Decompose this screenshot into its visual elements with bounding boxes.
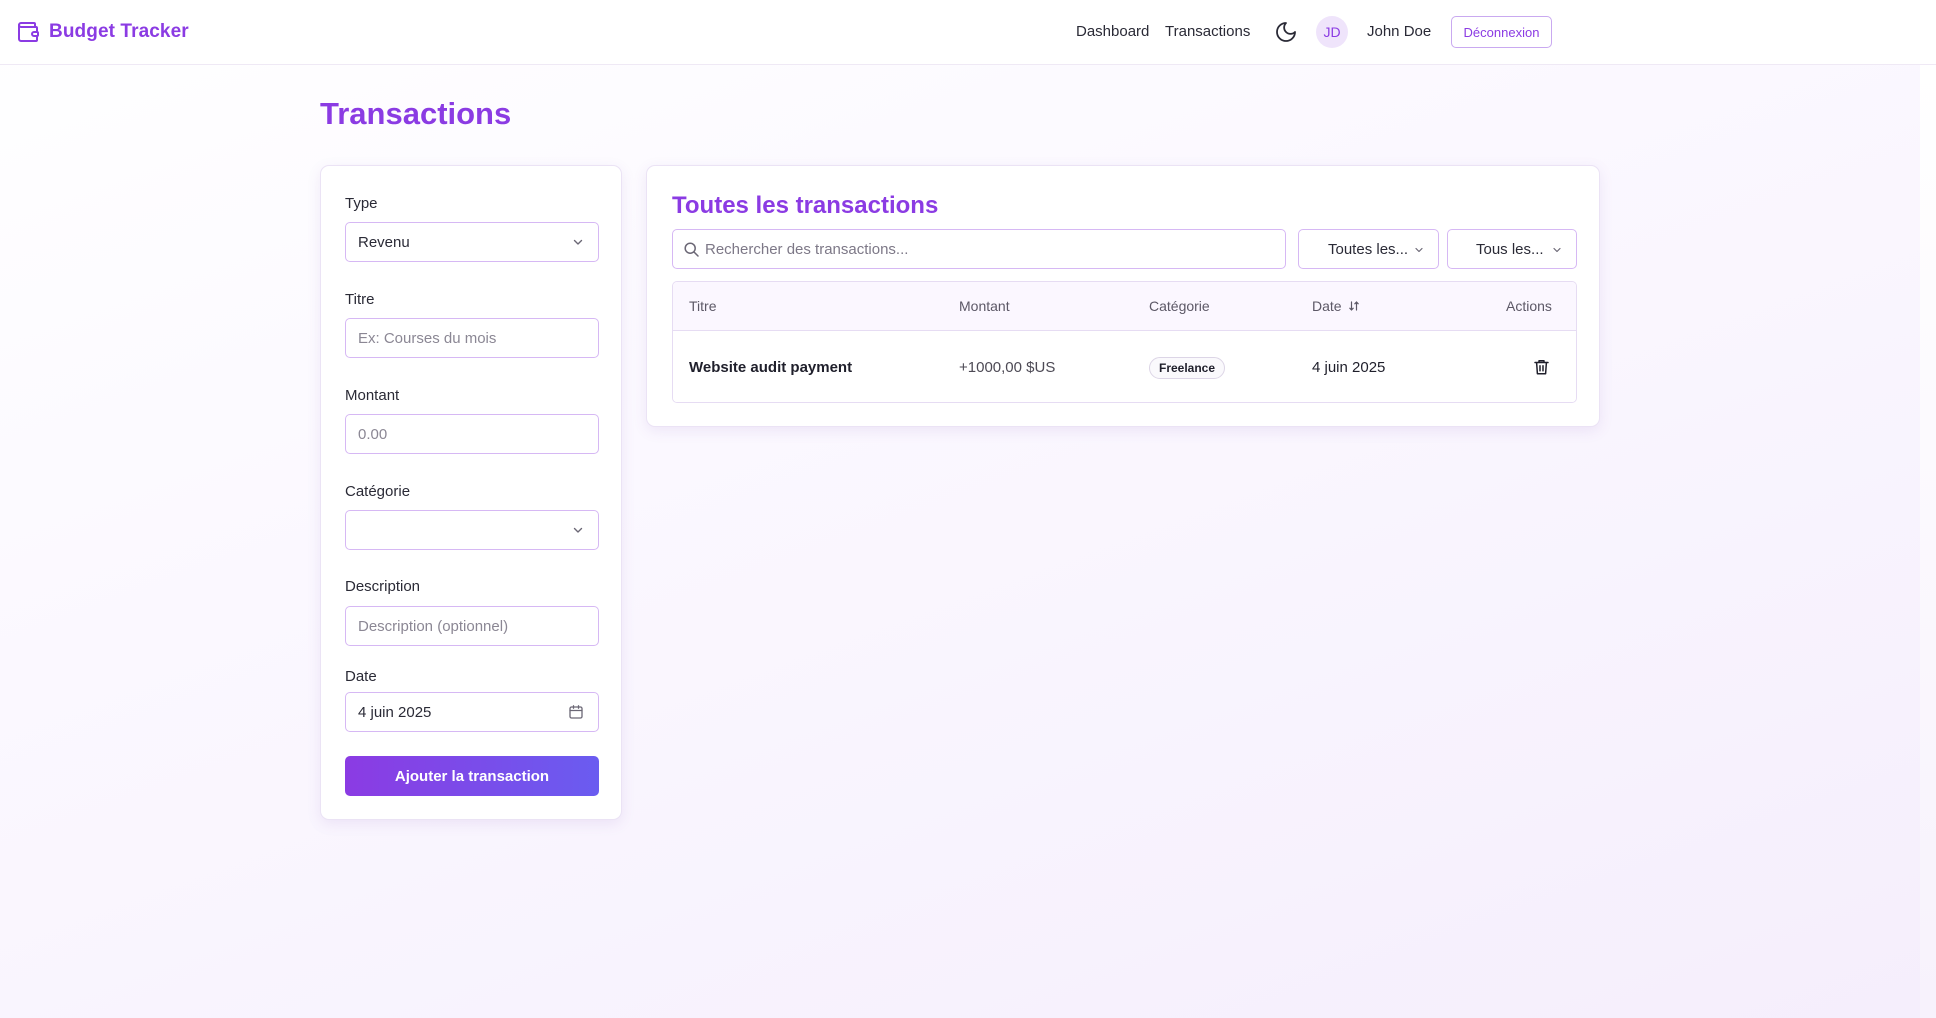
title-label: Titre [345,291,375,308]
column-header-amount: Montant [959,298,1010,314]
table-row: Website audit payment +1000,00 $US Freel… [673,331,1576,402]
title-input-placeholder: Ex: Courses du mois [358,329,497,347]
column-header-date[interactable]: Date [1312,298,1360,314]
category-filter-select[interactable]: Toutes les... [1298,229,1439,269]
transactions-table: Titre Montant Catégorie Date Actions Web… [672,281,1577,403]
column-header-actions: Actions [1506,298,1552,314]
type-filter-value: Tous les... [1476,241,1544,258]
chevron-down-icon [1415,247,1423,253]
brand-link[interactable]: Budget Tracker [16,20,189,44]
type-filter-select[interactable]: Tous les... [1447,229,1577,269]
search-icon [684,242,699,257]
column-header-category: Catégorie [1149,298,1210,314]
column-header-date-label: Date [1312,298,1342,314]
page-title: Transactions [320,96,512,131]
description-input[interactable]: Description (optionnel) [345,606,599,646]
description-label: Description [345,578,421,595]
category-badge: Freelance [1149,357,1226,379]
category-label: Catégorie [345,483,411,500]
add-transaction-button[interactable]: Ajouter la transaction [345,756,599,796]
search-field[interactable] [672,229,1286,269]
user-name: John Doe [1367,23,1432,40]
amount-input-placeholder: 0.00 [358,425,388,443]
row-title: Website audit payment [689,359,853,376]
row-date: 4 juin 2025 [1312,359,1386,376]
row-amount: +1000,00 $US [959,359,1056,376]
chevron-down-icon [1553,247,1561,253]
logout-button[interactable]: Déconnexion [1451,16,1552,48]
nav-transactions-link[interactable]: Transactions [1165,23,1250,40]
date-picker-value: 4 juin 2025 [358,703,432,721]
category-select[interactable] [345,510,599,550]
title-input[interactable]: Ex: Courses du mois [345,318,599,358]
theme-toggle-button[interactable] [1274,20,1298,44]
list-title: Toutes les transactions [672,192,939,219]
calendar-icon [569,705,583,719]
delete-transaction-button[interactable] [1533,358,1550,376]
type-select[interactable]: Revenu [345,222,599,262]
nav-dashboard-link[interactable]: Dashboard [1076,23,1149,40]
top-navbar: Budget Tracker Dashboard Transactions JD… [0,0,1936,65]
description-input-placeholder: Description (optionnel) [358,617,509,635]
amount-label: Montant [345,387,400,404]
moon-icon [1276,22,1296,42]
amount-input[interactable]: 0.00 [345,414,599,454]
table-header: Titre Montant Catégorie Date Actions [673,282,1576,331]
search-input[interactable] [705,230,1275,268]
column-header-title: Titre [689,298,717,314]
trash-icon [1534,360,1549,375]
avatar[interactable]: JD [1316,16,1348,48]
type-select-value: Revenu [358,233,410,251]
add-transaction-form: Type Revenu Titre Ex: Courses du mois Mo… [320,165,622,820]
page-scrollbar[interactable] [1920,65,1936,1018]
transactions-list-card: Toutes les transactions Toutes les... To… [646,165,1600,427]
date-picker[interactable]: 4 juin 2025 [345,692,599,732]
sort-icon [1349,301,1360,311]
brand-name: Budget Tracker [49,21,189,42]
wallet-icon [18,22,39,42]
chevron-down-icon [573,239,583,245]
type-label: Type [345,195,378,212]
date-label: Date [345,668,377,685]
chevron-down-icon [573,527,583,533]
category-filter-value: Toutes les... [1328,241,1409,258]
